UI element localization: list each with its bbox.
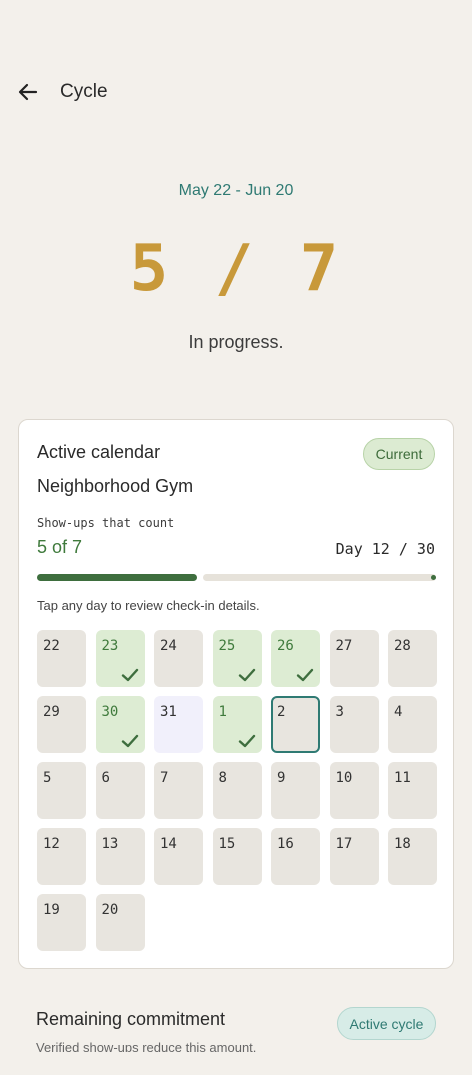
calendar-day-number: 19 <box>43 902 60 918</box>
calendar-day[interactable]: 22 <box>37 630 86 687</box>
calendar-day-number: 2 <box>277 704 286 720</box>
calendar-day[interactable]: 10 <box>329 762 379 819</box>
calendar-day[interactable]: 27 <box>329 630 379 687</box>
calendar-grid: 22 23 24 25 26 27 28 29 30 31 1 2 3 4 5 6 7 8 9 10 11 12 13 14 1… <box>37 630 437 951</box>
calendar-day-number: 10 <box>335 770 353 786</box>
calendar-day-number: 22 <box>43 638 60 654</box>
checkmark-icon <box>121 668 138 682</box>
calendar-day-number: 1 <box>218 704 227 720</box>
calendar-day-number: 15 <box>218 836 236 852</box>
progress-fill <box>37 574 197 581</box>
calendar-day-number: 14 <box>160 836 177 852</box>
calendar-day-number: 11 <box>394 770 411 786</box>
cycle-progress-bar <box>37 574 436 581</box>
calendar-day[interactable]: 23 <box>95 630 145 687</box>
calendar-day[interactable]: 18 <box>388 828 437 885</box>
checkmark-icon <box>296 668 314 682</box>
showups-label: Show-ups that count <box>37 516 175 530</box>
calendar-day-number: 9 <box>277 770 286 786</box>
remaining-commitment-title: Remaining commitment <box>36 1009 226 1029</box>
calendar-day[interactable]: 30 <box>95 696 145 753</box>
calendar-day-number: 13 <box>101 836 119 852</box>
calendar-day-number: 29 <box>43 704 60 720</box>
top-app-bar: Cycle <box>0 70 472 114</box>
calendar-day-number: 30 <box>101 704 119 720</box>
calendar-day[interactable]: 7 <box>154 762 203 819</box>
calendar-day-number: 25 <box>218 638 236 654</box>
checkmark-icon <box>238 734 255 748</box>
calendar-day[interactable]: 11 <box>388 762 437 819</box>
calendar-day[interactable]: 14 <box>154 828 203 885</box>
calendar-day[interactable]: 28 <box>388 630 437 687</box>
calendar-day-number: 20 <box>101 902 119 918</box>
cycle-status: In progress. <box>188 332 284 352</box>
calendar-day-number: 8 <box>218 770 227 786</box>
calendar-day[interactable]: 5 <box>37 762 86 819</box>
calendar-day-number: 16 <box>277 836 294 852</box>
showups-value: 5 of 7 <box>37 537 83 557</box>
gym-name: Neighborhood Gym <box>37 476 194 496</box>
calendar-day-number: 27 <box>335 638 353 654</box>
checkmark-icon <box>121 734 138 748</box>
calendar-day-number: 17 <box>335 836 353 852</box>
checkmark-icon <box>238 668 255 682</box>
calendar-day[interactable]: 17 <box>329 828 379 885</box>
calendar-day[interactable]: 1 <box>212 696 262 753</box>
calendar-day-number: 26 <box>277 638 294 654</box>
calendar-day[interactable]: 13 <box>95 828 145 885</box>
calendar-hint: Tap any day to review check-in details. <box>37 598 260 613</box>
calendar-day[interactable]: 25 <box>212 630 262 687</box>
active-cycle-badge: Active cycle <box>337 1007 436 1040</box>
arrow-left-icon <box>18 83 38 101</box>
progress-remaining <box>202 574 436 581</box>
calendar-day[interactable]: 15 <box>212 828 262 885</box>
progress-end-dot <box>431 575 436 580</box>
calendar-day-number: 18 <box>394 836 411 852</box>
active-calendar-card: Active calendar Current Neighborhood Gym… <box>18 419 454 969</box>
calendar-day-number: 6 <box>101 770 110 786</box>
calendar-day[interactable]: 26 <box>271 630 320 687</box>
back-button[interactable] <box>6 70 50 114</box>
calendar-day[interactable]: 29 <box>37 696 86 753</box>
page-title: Cycle <box>60 81 108 102</box>
calendar-day[interactable]: 16 <box>271 828 320 885</box>
calendar-day[interactable]: 8 <box>212 762 262 819</box>
calendar-day-number: 7 <box>160 770 169 786</box>
day-counter: Day 12 / 30 <box>335 540 435 558</box>
calendar-day[interactable]: 3 <box>329 696 379 753</box>
calendar-day-number: 28 <box>394 638 411 654</box>
remaining-commitment-subtitle: Verified show-ups reduce this amount. <box>36 1040 257 1052</box>
cycle-date-range: May 22 - Jun 20 <box>178 182 294 199</box>
calendar-day-number: 5 <box>43 770 52 786</box>
calendar-day-number: 3 <box>335 704 344 720</box>
card-title: Active calendar <box>37 442 161 462</box>
calendar-day[interactable]: 2 <box>271 696 320 753</box>
calendar-day-number: 4 <box>394 704 403 720</box>
calendar-day-number: 12 <box>43 836 60 852</box>
calendar-day-number: 24 <box>160 638 177 654</box>
calendar-day[interactable]: 12 <box>37 828 86 885</box>
current-badge: Current <box>363 438 435 470</box>
cycle-progress-count: 5 / 7 <box>129 232 343 306</box>
calendar-day[interactable]: 9 <box>271 762 320 819</box>
calendar-day[interactable]: 19 <box>37 894 86 951</box>
calendar-day[interactable]: 4 <box>388 696 437 753</box>
calendar-day[interactable]: 6 <box>95 762 145 819</box>
calendar-day-number: 23 <box>101 638 119 654</box>
calendar-day-number: 31 <box>160 704 177 720</box>
calendar-day[interactable]: 20 <box>95 894 145 951</box>
calendar-day[interactable]: 24 <box>154 630 203 687</box>
calendar-day[interactable]: 31 <box>154 696 203 753</box>
